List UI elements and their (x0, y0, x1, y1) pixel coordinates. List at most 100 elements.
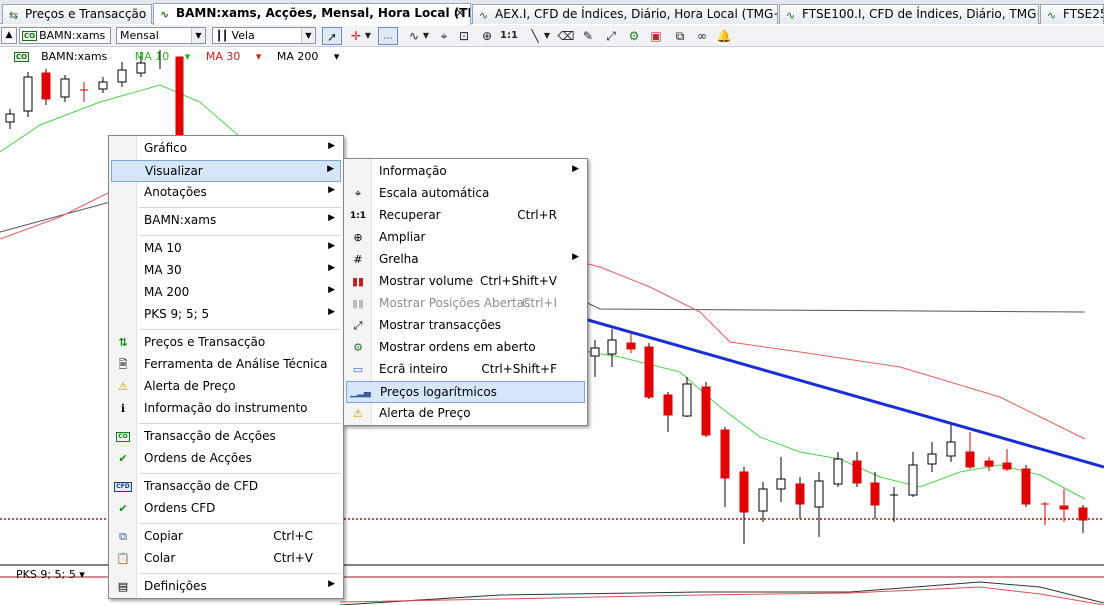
menu-item-paste[interactable]: 📋 Colar Ctrl+V (111, 548, 341, 570)
chevron-right-icon: ▶ (328, 263, 335, 273)
menu-item-stock-trade[interactable]: CO Transacção de Acções (111, 426, 341, 448)
auto-scale-icon: ⌖ (354, 187, 362, 200)
menu-item-prices-trading[interactable]: ⇅ Preços e Transacção (111, 332, 341, 354)
tab-ftse100-chart[interactable]: ∿ FTSE100.I, CFD de Índices, Diário, TMG… (779, 4, 1039, 24)
chevron-right-icon: ▶ (572, 164, 579, 174)
tab-label: FTSE250 (1063, 7, 1103, 21)
link-icon: ∞ (697, 29, 707, 43)
trades-tool-button[interactable]: ⤢ (601, 27, 621, 45)
menu-item-ma200[interactable]: MA 200 ▶ (111, 282, 341, 304)
eraser-tool-button[interactable]: ⌫ (556, 27, 576, 45)
zoom-icon: ⊕ (481, 29, 493, 43)
price-trade-icon: ⇆ (9, 9, 19, 22)
menu-item-settings[interactable]: ▤ Definições ▶ (111, 576, 341, 598)
annotation-tool-button[interactable]: ✎ (578, 27, 598, 45)
menu-item-ma10[interactable]: MA 10 ▶ (111, 238, 341, 260)
tab-label: AEX.I, CFD de Índices, Diário, Hora Loca… (495, 7, 778, 21)
menu-separator (139, 573, 341, 574)
crosshair-dropdown[interactable]: ▼ (362, 27, 374, 45)
menu-item-price-alert[interactable]: ⚠ Alerta de Preço (111, 376, 341, 398)
submenu-item-fullscreen[interactable]: ▭ Ecrã inteiro Ctrl+Shift+F (346, 359, 585, 381)
grid-select-tool-button[interactable]: ⋯ (378, 27, 398, 45)
warning-icon: ⚠ (353, 407, 363, 420)
orders-icon: ⚙ (353, 341, 363, 354)
menu-item-pks[interactable]: PKS 9; 5; 5 ▶ (111, 304, 341, 326)
tab-ftse250-chart[interactable]: ∿ FTSE250 (1040, 4, 1104, 24)
submenu-item-show-trades[interactable]: ⤢ Mostrar transacções (346, 315, 585, 337)
menu-item-stock-orders[interactable]: ✔ Ordens de Acções (111, 448, 341, 470)
auto-scale-icon: ⌖ (440, 29, 448, 43)
orders-icon: ⚙ (628, 29, 640, 43)
chevron-right-icon: ▶ (327, 164, 334, 174)
alert-tool-button[interactable]: 🔔 (714, 27, 734, 45)
chart-icon: ∿ (1047, 9, 1057, 22)
zoom-tool-button[interactable]: ⊕ (477, 27, 497, 45)
period-value: Mensal (120, 29, 159, 42)
submenu-item-log-prices[interactable]: ▁▂▄ Preços logarítmicos (346, 381, 585, 403)
cursor-arrow-icon: ➚ (326, 30, 338, 44)
settings-icon: ▤ (117, 580, 129, 593)
legend-ma10[interactable]: MA 10 ▾ (135, 50, 191, 63)
auto-scale-tool-button[interactable]: ⌖ (434, 27, 454, 45)
tab-bamn-chart[interactable]: ∿ BAMN:xams, Acções, Mensal, Hora Local … (153, 3, 471, 25)
reset-zoom-tool-button[interactable]: 1:1 (499, 27, 519, 45)
chevron-down-icon: ▼ (301, 28, 315, 43)
menu-separator (139, 207, 341, 208)
compare-icon: ⧉ (675, 29, 685, 43)
link-tool-button[interactable]: ∞ (692, 27, 712, 45)
close-tab-icon[interactable]: ✕ (455, 4, 465, 22)
tab-prices-trading[interactable]: ⇆ Preços e Transacção (2, 4, 152, 24)
submenu-item-auto-scale[interactable]: ⌖ Escala automática (346, 183, 585, 205)
reset-zoom-icon: 1:1 (500, 30, 518, 41)
submenu-item-restore[interactable]: 1:1 Recuperar Ctrl+R (346, 205, 585, 227)
menu-item-instrument-info[interactable]: ℹ Informação do instrumento (111, 398, 341, 420)
submenu-item-information[interactable]: Informação ▶ (346, 161, 585, 183)
legend-ma200[interactable]: MA 200 ▾ (277, 50, 340, 63)
indicator-dropdown[interactable]: ▼ (420, 27, 432, 45)
submenu-item-price-alert[interactable]: ⚠ Alerta de Preço (346, 403, 585, 425)
menu-item-technical-analysis[interactable]: 🗎 Ferramenta de Análise Técnica (111, 354, 341, 376)
menu-item-ma30[interactable]: MA 30 ▶ (111, 260, 341, 282)
submenu-item-show-open-orders[interactable]: ⚙ Mostrar ordens em aberto (346, 337, 585, 359)
menu-item-symbol[interactable]: BAMN:xams ▶ (111, 210, 341, 232)
chart-icon: ∿ (160, 8, 170, 21)
line-draw-icon: ╲ (531, 29, 539, 43)
collapse-arrow-icon[interactable]: ▲ (1, 27, 17, 44)
submenu-item-grid[interactable]: # Grelha ▶ (346, 249, 585, 271)
chart-icon: ∿ (786, 9, 796, 22)
legend-symbol[interactable]: CO BAMN:xams (14, 50, 119, 63)
templates-icon: ▣ (650, 29, 662, 43)
bell-icon: 🔔 (716, 29, 732, 43)
zoom-icon: ⊕ (353, 231, 363, 244)
indicator-label[interactable]: PKS 9; 5; 5 ▾ (16, 568, 85, 581)
line-tool-dropdown[interactable]: ▼ (541, 27, 553, 45)
menu-item-annotations[interactable]: Anotações ▶ (111, 182, 341, 204)
tab-aex-chart[interactable]: ∿ AEX.I, CFD de Índices, Diário, Hora Lo… (472, 4, 778, 24)
chevron-right-icon: ▶ (328, 579, 335, 589)
menu-item-cfd-trade[interactable]: CFD Transacção de CFD (111, 476, 341, 498)
submenu-item-show-open-positions[interactable]: ▮▮ Mostrar Posições Abertas Ctrl+I (346, 293, 585, 315)
compare-tool-button[interactable]: ⧉ (670, 27, 690, 45)
menu-item-chart[interactable]: Gráfico ▶ (111, 138, 341, 160)
chevron-down-icon: ▼ (422, 31, 430, 40)
trades-icon: ⤢ (353, 319, 363, 332)
price-trade-icon: ⇅ (118, 336, 128, 349)
data-window-tool-button[interactable]: ⊡ (454, 27, 474, 45)
templates-tool-button[interactable]: ▣ (646, 27, 666, 45)
pks-line-2 (339, 586, 1104, 605)
submenu-item-zoom-in[interactable]: ⊕ Ampliar (346, 227, 585, 249)
chart-type-select[interactable]: ┃┃ Vela ▼ (212, 27, 316, 44)
submenu-item-show-volume[interactable]: ▮▮ Mostrar volume Ctrl+Shift+V (346, 271, 585, 293)
checkmark-icon: ✔ (118, 452, 128, 465)
symbol-field[interactable]: CO BAMN:xams (19, 27, 111, 44)
menu-item-copy[interactable]: ⧉ Copiar Ctrl+C (111, 526, 341, 548)
annotation-icon: ✎ (582, 29, 594, 43)
menu-item-cfd-orders[interactable]: ✔ Ordens CFD (111, 498, 341, 520)
legend-ma30[interactable]: MA 30 ▾ (206, 50, 262, 63)
menu-item-view[interactable]: Visualizar ▶ (111, 160, 341, 182)
pointer-tool-button[interactable]: ➚ (322, 27, 342, 45)
chevron-right-icon: ▶ (572, 252, 579, 262)
tab-bar: ⇆ Preços e Transacção ∿ BAMN:xams, Acçõe… (0, 0, 1104, 25)
orders-tool-button[interactable]: ⚙ (624, 27, 644, 45)
period-select[interactable]: Mensal ▼ (116, 27, 206, 44)
